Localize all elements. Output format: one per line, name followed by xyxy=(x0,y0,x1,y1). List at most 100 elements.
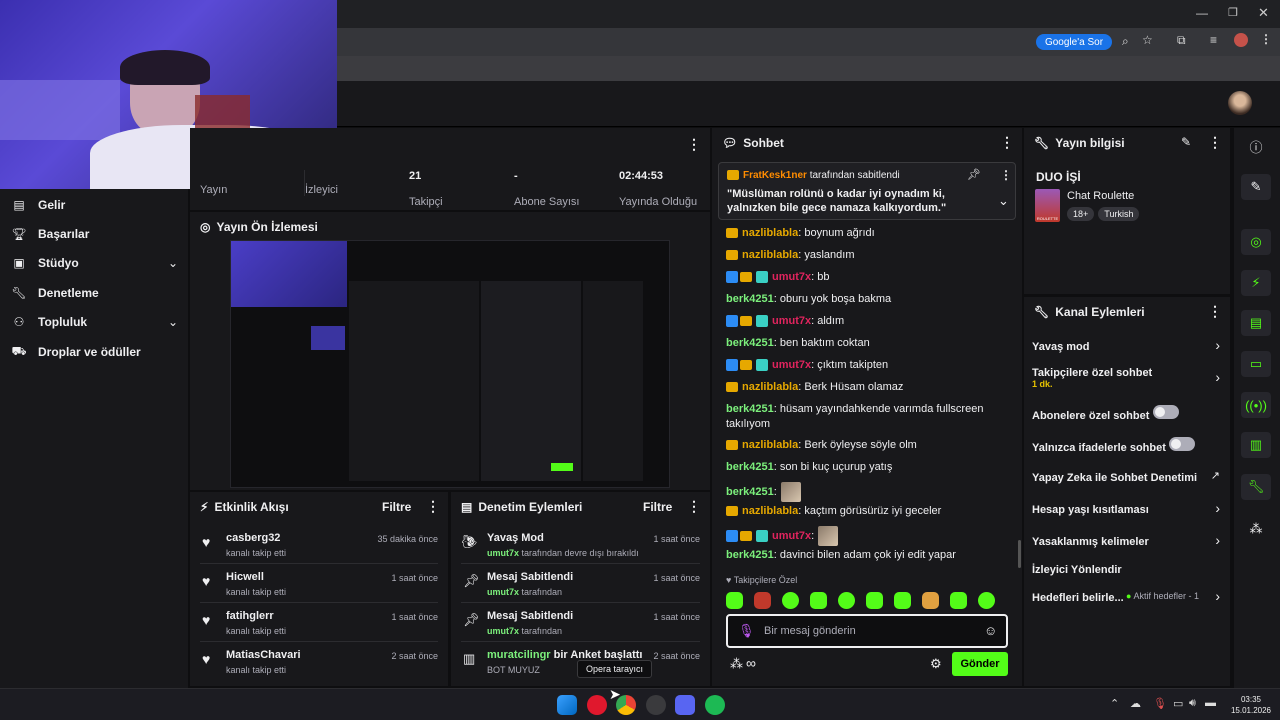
minimize-icon[interactable]: — xyxy=(1196,6,1208,20)
event-user[interactable]: casberg32 xyxy=(226,532,280,544)
chat-input[interactable]: 🎙︎ Bir mesaj gönderin ☺ xyxy=(726,614,1008,648)
app-icon[interactable] xyxy=(646,695,666,715)
sidebar-item-denetleme[interactable]: 🔧︎ Denetleme xyxy=(11,286,98,300)
emote-icon[interactable] xyxy=(950,592,967,609)
event-user[interactable]: MatiasChavari xyxy=(226,649,301,661)
tag[interactable]: 18+ xyxy=(1067,207,1095,221)
sidebar-item-droplar[interactable]: ⛟ Droplar ve ödüller xyxy=(11,344,140,360)
google-ask-button[interactable]: Google'a Sor xyxy=(1036,34,1112,50)
emoji-icon[interactable]: ☺ xyxy=(984,623,997,638)
pinned-by-user[interactable]: FratKesk1ner xyxy=(743,170,807,181)
microphone-icon[interactable]: 🎙︎ xyxy=(738,623,755,639)
action-followers-only[interactable]: Takipçilere özel sohbet 1 dk. › xyxy=(1032,367,1220,389)
chat-username[interactable]: berk4251 xyxy=(726,486,774,498)
layout-icon[interactable]: ▥ xyxy=(1241,432,1271,458)
mod-event-user[interactable]: muratcilingr xyxy=(487,649,551,661)
close-window-icon[interactable]: ✕ xyxy=(1258,5,1269,21)
chat-username[interactable]: berk4251 xyxy=(726,403,774,415)
emote-icon[interactable] xyxy=(726,592,743,609)
chat-menu-icon[interactable]: ⋮ xyxy=(1000,134,1014,151)
chat-username[interactable]: umut7x xyxy=(772,359,811,371)
channel-actions-menu-icon[interactable]: ⋮ xyxy=(1208,303,1222,320)
infinity-icon[interactable]: ∞ xyxy=(746,655,756,671)
event-user[interactable]: fatihglerr xyxy=(226,610,274,622)
event-user[interactable]: Hicwell xyxy=(226,571,264,583)
chat-username[interactable]: berk4251 xyxy=(726,337,774,349)
activity-menu-icon[interactable]: ⋮ xyxy=(426,498,440,515)
activity-filter-button[interactable]: Filtre xyxy=(382,500,411,514)
mod-event-user[interactable]: umut7x xyxy=(487,626,519,636)
chat-username[interactable]: umut7x xyxy=(772,315,811,327)
chat-scroll-thumb[interactable] xyxy=(1018,540,1021,568)
subscribers-only-toggle[interactable] xyxy=(1152,405,1179,419)
chat-username[interactable]: nazliblabla xyxy=(742,249,798,261)
kick-points-icon[interactable]: ⁂ xyxy=(1241,516,1271,542)
maximize-icon[interactable]: ❐ xyxy=(1228,6,1238,19)
pin-icon[interactable]: 📌︎ xyxy=(967,168,981,181)
send-button[interactable]: Gönder xyxy=(952,652,1008,676)
edit-icon[interactable]: ✎ xyxy=(1241,174,1271,200)
emote-icon[interactable] xyxy=(894,592,911,609)
mod-menu-icon[interactable]: ⋮ xyxy=(687,498,701,515)
chat-username[interactable]: berk4251 xyxy=(726,461,774,473)
clock[interactable]: 03:35 15.01.2026 xyxy=(1226,694,1276,716)
emote-only-toggle[interactable] xyxy=(1169,437,1196,451)
stream-category[interactable]: Chat Roulette xyxy=(1067,190,1134,202)
cloud-icon[interactable]: ☁ xyxy=(1130,697,1141,710)
category-thumbnail[interactable]: ROULETTE xyxy=(1035,189,1060,222)
action-ai-moderation[interactable]: Yapay Zeka ile Sohbet Denetimi ↗ xyxy=(1032,470,1220,484)
emote-icon[interactable] xyxy=(754,592,771,609)
info-icon[interactable]: ⓘ xyxy=(1241,133,1271,159)
stream-info-menu-icon[interactable]: ⋮ xyxy=(1208,134,1222,151)
action-goals[interactable]: Hedefleri belirle... ● Aktif hedefler - … xyxy=(1032,588,1220,604)
mod-filter-button[interactable]: Filtre xyxy=(643,500,672,514)
sidebar-item-studyo[interactable]: ▣ Stüdyo ⌄ xyxy=(12,256,178,270)
chat-username[interactable]: nazliblabla xyxy=(742,227,798,239)
settings-gear-icon[interactable]: ⚙ xyxy=(930,656,942,672)
chevron-down-icon[interactable]: ⌄ xyxy=(998,193,1009,209)
chat-username[interactable]: berk4251 xyxy=(726,293,774,305)
tag[interactable]: Turkish xyxy=(1098,207,1140,221)
profile-avatar[interactable] xyxy=(1234,33,1248,47)
mod-event-user[interactable]: umut7x xyxy=(487,587,519,597)
emote-icon[interactable] xyxy=(838,592,855,609)
stats-menu-icon[interactable]: ⋮ xyxy=(687,136,701,153)
pinned-menu-icon[interactable]: ⋮ xyxy=(1000,168,1012,182)
monitor-icon[interactable]: ▭ xyxy=(1173,697,1183,710)
chat-username[interactable]: berk4251 xyxy=(726,549,774,561)
bookmark-star-icon[interactable]: ☆ xyxy=(1142,33,1153,47)
broadcast-icon[interactable]: ((•)) xyxy=(1241,392,1271,418)
user-avatar[interactable] xyxy=(1228,91,1252,115)
battery-icon[interactable]: ▬ xyxy=(1205,697,1216,709)
emote-icon[interactable] xyxy=(810,592,827,609)
chat-username[interactable]: umut7x xyxy=(772,271,811,283)
spotify-icon[interactable] xyxy=(705,695,725,715)
action-slow-mode[interactable]: Yavaş mod › xyxy=(1032,337,1220,353)
lightning-icon[interactable]: ⚡︎ xyxy=(1241,270,1271,296)
edit-pencil-icon[interactable]: ✎ xyxy=(1181,135,1191,149)
tray-chevron-icon[interactable]: ⌃ xyxy=(1110,697,1119,710)
emote-icon[interactable] xyxy=(782,592,799,609)
windows-start-icon[interactable] xyxy=(557,695,577,715)
action-raid[interactable]: İzleyici Yönlendir xyxy=(1032,562,1220,576)
extensions-icon[interactable]: ⧉ xyxy=(1177,33,1186,48)
sidebar-item-topluluk[interactable]: ⚇ Topluluk ⌄ xyxy=(12,315,178,329)
microphone-icon[interactable]: 🎙︎ xyxy=(1153,697,1167,710)
action-account-age[interactable]: Hesap yaşı kısıtlaması › xyxy=(1032,500,1220,516)
emote-icon[interactable] xyxy=(978,592,995,609)
chat-bubble-icon[interactable]: ▭ xyxy=(1241,351,1271,377)
chat-username[interactable]: nazliblabla xyxy=(742,505,798,517)
preview-icon[interactable]: ◎ xyxy=(1241,229,1271,255)
sidebar-item-gelir[interactable]: ▤ Gelir xyxy=(12,198,65,212)
volume-icon[interactable]: 🔊︎ xyxy=(1189,697,1196,710)
kick-points-icon[interactable]: ⁂ xyxy=(730,656,743,672)
stream-preview-video[interactable] xyxy=(230,240,670,488)
discord-icon[interactable] xyxy=(675,695,695,715)
document-icon[interactable]: ▤ xyxy=(1241,310,1271,336)
browser-menu-icon[interactable]: ⋮ xyxy=(1260,32,1272,46)
wrench-icon[interactable]: 🔧︎ xyxy=(1241,474,1271,500)
media-icon[interactable]: ≡ xyxy=(1210,33,1217,47)
chat-username[interactable]: nazliblabla xyxy=(742,439,798,451)
opera-icon[interactable] xyxy=(587,695,607,715)
chat-username[interactable]: nazliblabla xyxy=(742,381,798,393)
